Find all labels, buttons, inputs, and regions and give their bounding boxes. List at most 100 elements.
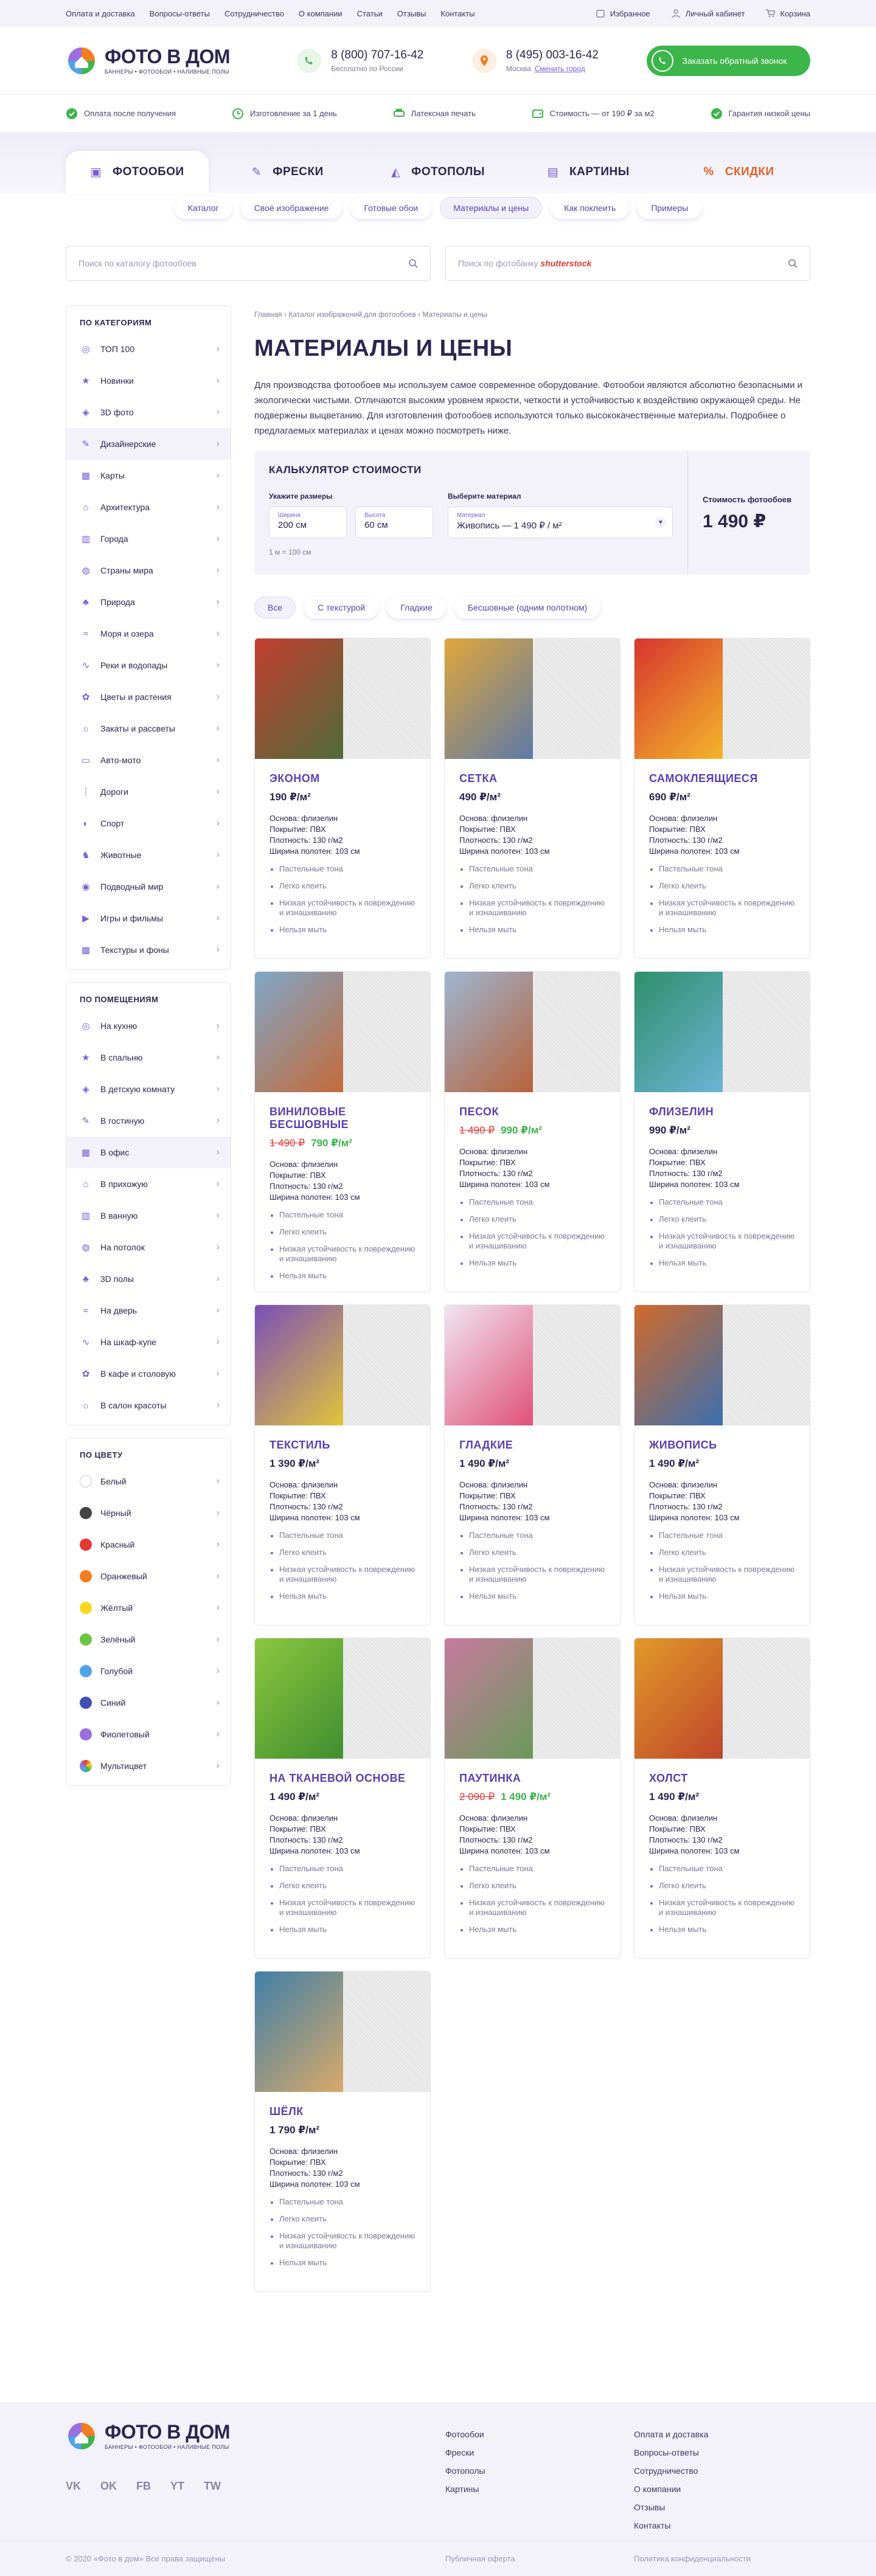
cart-link[interactable]: Корзина <box>765 9 810 18</box>
category-item[interactable]: ◎ ТОП 100 › <box>66 333 231 365</box>
height-field[interactable]: Высота 60 см <box>355 507 433 538</box>
top-link[interactable]: Вопросы-ответы <box>150 9 210 18</box>
room-item[interactable]: ◈ В детскую комнату › <box>66 1073 231 1105</box>
change-city-link[interactable]: Сменить город <box>535 64 585 73</box>
footer-link[interactable]: Вопросы-ответы <box>634 2443 708 2462</box>
footer-link[interactable]: Сотрудничество <box>634 2462 708 2480</box>
material-card[interactable]: ШЁЛК 1 790 ₽/м² Основа: флизелин Покрытие: … <box>254 1971 431 2292</box>
footer-link[interactable]: Картины <box>445 2480 485 2498</box>
category-item[interactable]: ♣ Природа › <box>66 586 231 618</box>
search-icon[interactable] <box>408 258 418 268</box>
facebook-icon[interactable]: FB <box>136 2480 151 2493</box>
category-item[interactable]: ▦ Карты › <box>66 460 231 491</box>
footer-link[interactable]: Фотополы <box>445 2462 485 2480</box>
tab-floors[interactable]: ◭ ФОТОПОЛЫ <box>366 151 509 193</box>
search-icon[interactable] <box>788 258 798 268</box>
top-link[interactable]: Сотрудничество <box>224 9 284 18</box>
material-card[interactable]: ЖИВОПИСЬ 1 490 ₽/м² Основа: флизелин Покрыт… <box>634 1304 810 1626</box>
category-item[interactable]: ⋮ Дороги › <box>66 776 231 808</box>
category-item[interactable]: ✿ Цветы и растения › <box>66 681 231 713</box>
phone-number[interactable]: 8 (800) 707-16-42 <box>331 49 423 62</box>
category-item[interactable]: ⌂ Архитектура › <box>66 491 231 523</box>
subnav-ready[interactable]: Готовые обои <box>350 197 432 219</box>
material-card[interactable]: ПАУТИНКА 2 090 ₽ 1 490 ₽/м² Основа: флизели… <box>444 1638 620 1959</box>
offer-link[interactable]: Публичная оферта <box>445 2554 515 2563</box>
top-link[interactable]: Статьи <box>357 9 383 18</box>
room-item[interactable]: ☼ В салон красоты › <box>66 1390 231 1421</box>
room-item[interactable]: ▦ В офис › <box>66 1137 231 1168</box>
ok-icon[interactable]: OK <box>100 2480 117 2493</box>
material-card[interactable]: САМОКЛЕЯЩИЕСЯ 690 ₽/м² Основа: флизелин Пок… <box>634 638 810 959</box>
privacy-link[interactable]: Политика конфиденциальности <box>634 2554 751 2563</box>
tab-frescoes[interactable]: ✎ ФРЕСКИ <box>216 151 359 193</box>
subnav-materials[interactable]: Материалы и цены <box>440 197 543 219</box>
footer-logo[interactable]: ФОТО В ДОМ БАННЕРЫ • ФОТООБОИ • НАЛИВНЫЕ… <box>66 2420 231 2452</box>
subnav-how-to[interactable]: Как поклеить <box>551 197 630 219</box>
category-item[interactable]: ≈ Моря и озера › <box>66 618 231 649</box>
material-card[interactable]: НА ТКАНЕВОЙ ОСНОВЕ 1 490 ₽/м² Основа: флиз… <box>254 1638 431 1959</box>
material-card[interactable]: СЕТКА 490 ₽/м² Основа: флизелин Покрытие: П… <box>444 638 620 959</box>
footer-link[interactable]: Фрески <box>445 2443 485 2462</box>
phone-number[interactable]: 8 (495) 003-16-42 <box>506 49 599 62</box>
category-item[interactable]: ▥ Города › <box>66 523 231 555</box>
top-link[interactable]: Контакты <box>440 9 474 18</box>
material-card[interactable]: ЭКОНОМ 190 ₽/м² Основа: флизелин Покрытие: … <box>254 638 431 959</box>
color-item[interactable]: Мультицвет › <box>66 1750 231 1782</box>
room-item[interactable]: ♣ 3D полы › <box>66 1263 231 1295</box>
room-item[interactable]: ◎ На кухню › <box>66 1010 231 1042</box>
category-item[interactable]: ◉ Подводный мир › <box>66 871 231 902</box>
footer-link[interactable]: Отзывы <box>634 2498 708 2516</box>
color-item[interactable]: Жёлтый › <box>66 1592 231 1624</box>
youtube-icon[interactable]: YT <box>170 2480 184 2493</box>
tab-sales[interactable]: % СКИДКИ <box>667 151 810 193</box>
category-item[interactable]: ◐ Спорт › <box>66 808 231 839</box>
width-field[interactable]: Ширина 200 см <box>269 507 347 538</box>
color-item[interactable]: Красный › <box>66 1529 231 1560</box>
category-item[interactable]: ◈ 3D фото › <box>66 396 231 428</box>
top-link[interactable]: Отзывы <box>397 9 426 18</box>
photobank-search-input[interactable]: Поиск по фотобанку shutterstock <box>445 246 810 281</box>
room-item[interactable]: ≈ На дверь › <box>66 1295 231 1326</box>
filter-smooth[interactable]: Гладкие <box>387 597 446 618</box>
callback-button[interactable]: Заказать обратный звонок <box>647 45 810 76</box>
room-item[interactable]: ✎ В гостиную › <box>66 1105 231 1137</box>
material-card[interactable]: ПЕСОК 1 490 ₽ 990 ₽/м² Основа: флизелин Покр… <box>444 971 620 1292</box>
footer-link[interactable]: Фотообои <box>445 2425 485 2443</box>
room-item[interactable]: ✿ В кафе и столовую › <box>66 1358 231 1390</box>
category-item[interactable]: ∿ Реки и водопады › <box>66 649 231 681</box>
filter-all[interactable]: Все <box>254 597 296 618</box>
category-item[interactable]: ▩ Текстуры и фоны › <box>66 934 231 966</box>
subnav-catalog[interactable]: Каталог <box>174 197 232 219</box>
material-card[interactable]: ВИНИЛОВЫЕ БЕСШОВНЫЕ 1 490 ₽ 790 ₽/м² Основа… <box>254 971 431 1292</box>
subnav-examples[interactable]: Примеры <box>638 197 702 219</box>
color-item[interactable]: Синий › <box>66 1687 231 1719</box>
catalog-search-input[interactable]: Поиск по каталогу фотообоев <box>66 246 431 281</box>
category-item[interactable]: ◍ Страны мира › <box>66 555 231 586</box>
color-item[interactable]: Чёрный › <box>66 1497 231 1529</box>
room-item[interactable]: ∿ На шкаф-купе › <box>66 1326 231 1358</box>
room-item[interactable]: ◍ На потолок › <box>66 1231 231 1263</box>
material-card[interactable]: ХОЛСТ 1 490 ₽/м² Основа: флизелин Покрытие:… <box>634 1638 810 1959</box>
footer-link[interactable]: О компании <box>634 2480 708 2498</box>
vk-icon[interactable]: VK <box>66 2480 81 2493</box>
category-item[interactable]: ♞ Животные › <box>66 839 231 871</box>
footer-link[interactable]: Контакты <box>634 2516 708 2535</box>
room-item[interactable]: ⌂ В прихожую › <box>66 1168 231 1200</box>
filter-textured[interactable]: С текстурой <box>304 597 379 618</box>
footer-link[interactable]: Оплата и доставка <box>634 2425 708 2443</box>
tab-wallpapers[interactable]: ▣ ФОТООБОИ <box>66 151 209 193</box>
color-item[interactable]: Голубой › <box>66 1655 231 1687</box>
category-item[interactable]: ▭ Авто-мото › <box>66 744 231 776</box>
color-item[interactable]: Белый › <box>66 1466 231 1497</box>
account-link[interactable]: Личный кабинет <box>671 9 745 18</box>
color-item[interactable]: Зелёный › <box>66 1624 231 1655</box>
category-item[interactable]: ☼ Закаты и рассветы › <box>66 713 231 744</box>
breadcrumb-link[interactable]: Каталог изображений для фотообоев <box>288 310 415 319</box>
color-item[interactable]: Оранжевый › <box>66 1560 231 1592</box>
favorites-link[interactable]: Избранное <box>596 9 650 18</box>
category-item[interactable]: ✎ Дизайнерские › <box>66 428 231 460</box>
material-card[interactable]: ТЕКСТИЛЬ 1 390 ₽/м² Основа: флизелин Покрыт… <box>254 1304 431 1626</box>
top-link[interactable]: О компании <box>299 9 342 18</box>
twitter-icon[interactable]: TW <box>204 2480 221 2493</box>
breadcrumb-link[interactable]: Главная <box>254 310 282 319</box>
